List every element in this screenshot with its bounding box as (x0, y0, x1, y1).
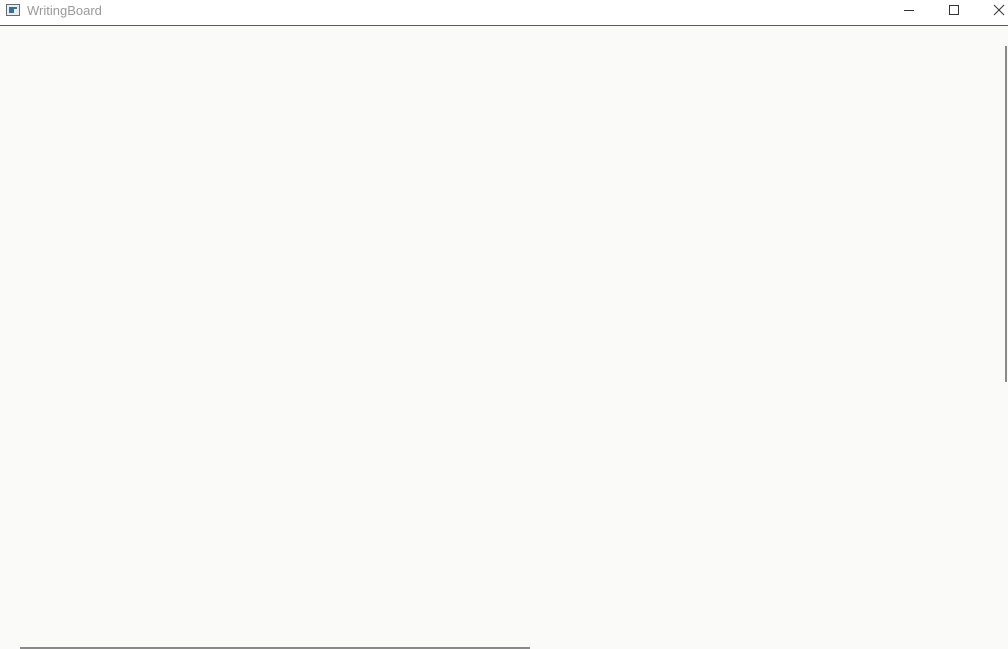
minimize-button[interactable] (887, 0, 931, 25)
minimize-icon (904, 10, 914, 11)
app-window-icon (6, 4, 20, 16)
window-title: WritingBoard (27, 3, 102, 18)
vertical-scrollbar-thumb[interactable] (1005, 46, 1007, 382)
close-icon (993, 4, 1005, 16)
title-bar[interactable]: WritingBoard (0, 0, 1008, 26)
close-button[interactable] (976, 0, 1008, 25)
maximize-button[interactable] (932, 0, 976, 25)
writingboard-window: WritingBoard (0, 0, 1008, 649)
writing-canvas[interactable] (0, 26, 1008, 649)
maximize-icon (949, 5, 959, 15)
